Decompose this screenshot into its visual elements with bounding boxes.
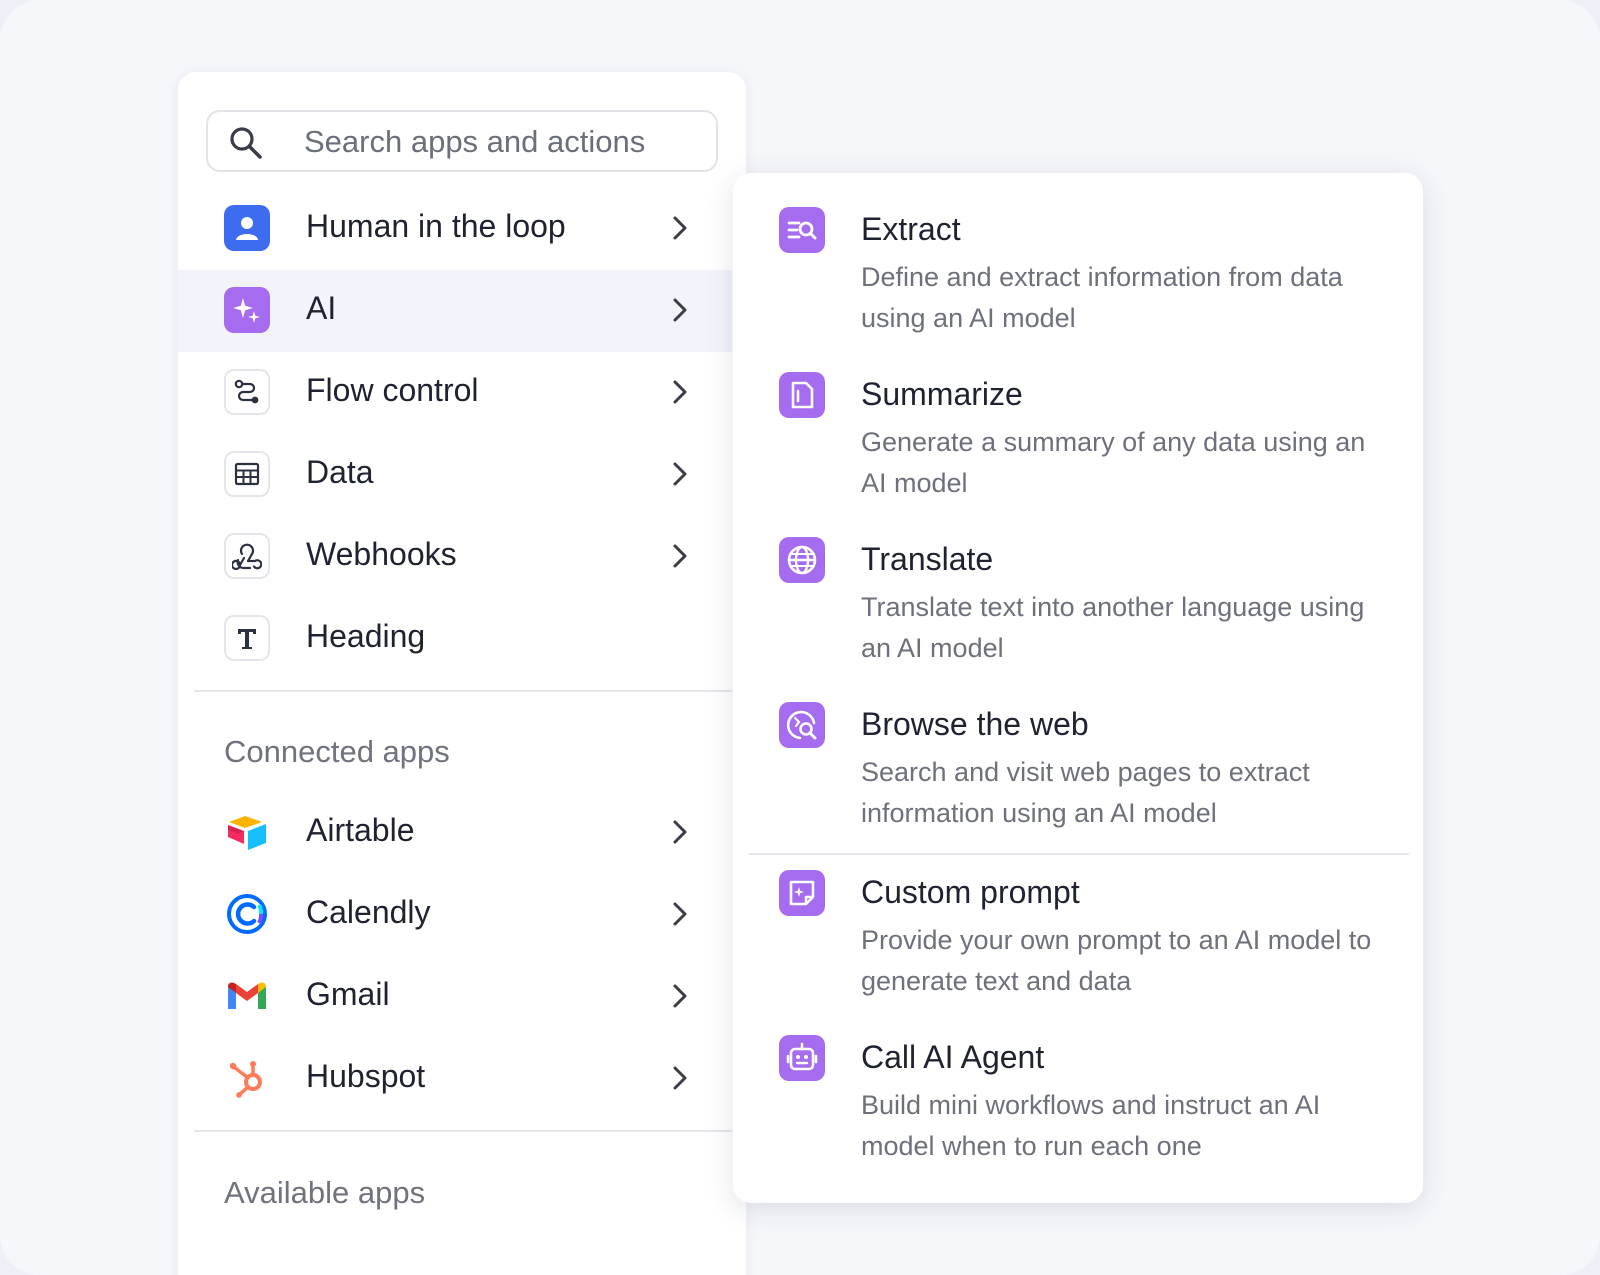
action-description: Provide your own prompt to an AI model t… xyxy=(861,925,1372,996)
chevron-right-icon xyxy=(666,982,694,1010)
web-search-icon xyxy=(779,702,825,748)
app-item-calendly[interactable]: Calendly xyxy=(178,874,732,956)
chevron-right-icon xyxy=(666,378,694,406)
menu-item-label: AI xyxy=(306,290,337,326)
airtable-logo-icon xyxy=(224,809,270,855)
chevron-right-icon xyxy=(666,296,694,324)
app-item-hubspot[interactable]: Hubspot xyxy=(178,1038,732,1120)
action-description: Define and extract information from data… xyxy=(861,262,1343,333)
app-item-label: Hubspot xyxy=(306,1058,426,1094)
action-summarize[interactable]: Summarize Generate a summary of any data… xyxy=(733,338,1423,498)
globe-icon xyxy=(779,537,825,583)
section-title-available-apps: Available apps xyxy=(224,1175,426,1210)
action-title: Browse the web xyxy=(861,706,1089,742)
chevron-right-icon xyxy=(666,460,694,488)
menu-item-data[interactable]: Data xyxy=(178,434,732,516)
section-title-connected-apps: Connected apps xyxy=(224,734,450,769)
menu-item-label: Flow control xyxy=(306,372,479,408)
menu-item-webhooks[interactable]: Webhooks xyxy=(178,516,732,598)
menu-item-label: Heading xyxy=(306,618,426,654)
action-title: Call AI Agent xyxy=(861,1039,1045,1075)
apps-actions-panel: Human in the loop AI xyxy=(178,72,746,1275)
app-item-airtable[interactable]: Airtable xyxy=(178,792,732,874)
document-icon xyxy=(779,372,825,418)
menu-item-heading[interactable]: Heading xyxy=(178,598,732,680)
menu-item-label: Data xyxy=(306,454,374,490)
divider xyxy=(194,1130,732,1132)
search-input[interactable] xyxy=(304,120,704,164)
menu-item-label: Webhooks xyxy=(306,536,457,572)
action-browse-the-web[interactable]: Browse the web Search and visit web page… xyxy=(733,668,1423,828)
menu-item-label: Human in the loop xyxy=(306,208,566,244)
ai-actions-submenu: Extract Define and extract information f… xyxy=(733,173,1423,1203)
sparkles-icon xyxy=(224,287,270,333)
action-title: Extract xyxy=(861,211,961,247)
divider xyxy=(194,690,732,692)
chevron-right-icon xyxy=(666,214,694,242)
action-description: Translate text into another language usi… xyxy=(861,592,1365,663)
app-item-gmail[interactable]: Gmail xyxy=(178,956,732,1038)
action-call-ai-agent[interactable]: Call AI Agent Build mini workflows and i… xyxy=(733,1001,1423,1161)
text-t-icon xyxy=(224,615,270,661)
calendly-logo-icon xyxy=(224,891,270,937)
action-title: Custom prompt xyxy=(861,874,1080,910)
app-item-label: Gmail xyxy=(306,976,390,1012)
webhook-icon xyxy=(224,533,270,579)
action-title: Summarize xyxy=(861,376,1023,412)
search-box[interactable] xyxy=(206,110,718,172)
menu-item-human-in-the-loop[interactable]: Human in the loop xyxy=(178,188,732,270)
hubspot-logo-icon xyxy=(224,1055,270,1101)
robot-icon xyxy=(779,1035,825,1081)
action-custom-prompt[interactable]: Custom prompt Provide your own prompt to… xyxy=(733,836,1423,996)
table-icon xyxy=(224,451,270,497)
search-icon xyxy=(228,125,264,161)
gmail-logo-icon xyxy=(224,973,270,1019)
chevron-right-icon xyxy=(666,818,694,846)
app-item-label: Airtable xyxy=(306,812,415,848)
chevron-right-icon xyxy=(666,900,694,928)
menu-item-ai[interactable]: AI xyxy=(178,270,732,352)
prompt-note-icon xyxy=(779,870,825,916)
menu-item-flow-control[interactable]: Flow control xyxy=(178,352,732,434)
action-description: Generate a summary of any data using an … xyxy=(861,427,1366,498)
canvas: Human in the loop AI xyxy=(0,0,1600,1275)
chevron-right-icon xyxy=(666,1064,694,1092)
app-item-label: Calendly xyxy=(306,894,431,930)
action-title: Translate xyxy=(861,541,994,577)
action-extract[interactable]: Extract Define and extract information f… xyxy=(733,173,1423,333)
person-icon xyxy=(224,205,270,251)
extract-search-icon xyxy=(779,207,825,253)
action-translate[interactable]: Translate Translate text into another la… xyxy=(733,503,1423,663)
action-description: Search and visit web pages to extract in… xyxy=(861,757,1310,828)
action-description: Build mini workflows and instruct an AI … xyxy=(861,1090,1321,1161)
chevron-right-icon xyxy=(666,542,694,570)
flow-route-icon xyxy=(224,369,270,415)
